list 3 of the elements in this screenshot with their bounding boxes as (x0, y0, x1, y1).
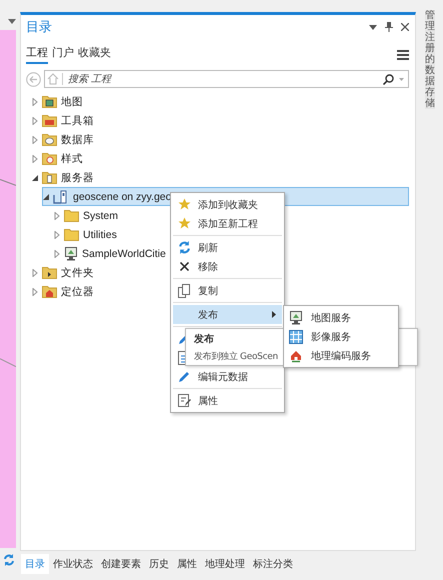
tooltip-text: 发布到独立 GeoScen (194, 350, 278, 363)
panel-title: 目录 (26, 19, 52, 36)
tooltip-title: 发布 (194, 332, 214, 346)
